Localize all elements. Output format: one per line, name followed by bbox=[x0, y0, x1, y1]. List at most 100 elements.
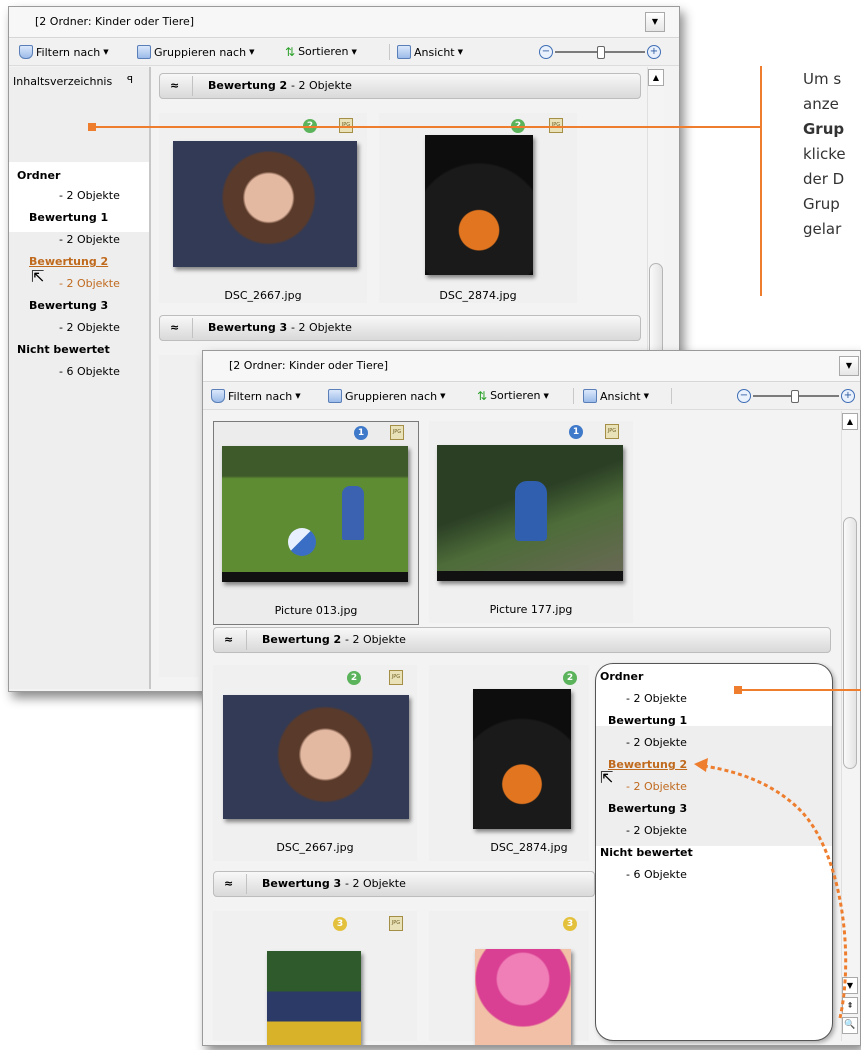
filter-menu[interactable]: Filtern nach ▼ bbox=[19, 45, 109, 59]
ball-shape bbox=[288, 528, 316, 556]
filter-label: Filtern nach bbox=[36, 45, 101, 59]
callout-arrow bbox=[694, 758, 848, 1019]
photo-thumbnail bbox=[267, 951, 361, 1045]
toc-item-bewertung-1[interactable]: Bewertung 1 bbox=[608, 714, 687, 727]
panel-splitter[interactable] bbox=[149, 67, 151, 689]
zoom-knob[interactable] bbox=[597, 46, 605, 59]
zoom-in-icon[interactable]: + bbox=[647, 45, 661, 59]
filter-label: Filtern nach bbox=[228, 389, 293, 403]
collapse-icon[interactable]: ≈ bbox=[170, 79, 179, 92]
address-dropdown-button[interactable]: ▼ bbox=[645, 12, 665, 32]
toolbar-separator bbox=[389, 44, 390, 60]
toc-count: - 2 Objekte bbox=[59, 233, 120, 246]
callout-bracket bbox=[760, 66, 762, 296]
toc-item-bewertung-3[interactable]: Bewertung 3 bbox=[608, 802, 687, 815]
group-count: - 2 Objekte bbox=[345, 633, 406, 646]
thumbnail-item[interactable]: 2 JPG DSC_2667.jpg bbox=[213, 665, 417, 861]
toolbar-separator bbox=[573, 388, 574, 404]
toc-item-bewertung-3[interactable]: Bewertung 3 bbox=[29, 299, 108, 312]
address-dropdown-button[interactable]: ▼ bbox=[839, 356, 859, 376]
arrow-head-icon bbox=[694, 758, 708, 772]
zoom-slider[interactable]: − + bbox=[737, 389, 855, 403]
jpg-file-icon: JPG bbox=[389, 916, 403, 931]
toc-item-nicht-bewertet[interactable]: Nicht bewertet bbox=[600, 846, 693, 859]
sort-menu[interactable]: ⇅ Sortieren ▼ bbox=[477, 389, 549, 402]
jpg-file-icon: JPG bbox=[389, 670, 403, 685]
divider bbox=[246, 874, 247, 894]
view-menu[interactable]: Ansicht ▼ bbox=[583, 389, 649, 403]
chevron-down-icon: ▼ bbox=[457, 48, 464, 56]
group-label: Gruppieren nach bbox=[154, 45, 247, 59]
group-title: Bewertung 3 - 2 Objekte bbox=[262, 877, 406, 890]
pin-icon[interactable]: ꟼ bbox=[127, 75, 133, 86]
thumbnail-item[interactable]: JPG bbox=[213, 911, 417, 1045]
group-header[interactable]: ≈ Bewertung 3 - 2 Objekte bbox=[159, 315, 641, 341]
collapse-icon[interactable]: ≈ bbox=[224, 633, 233, 646]
thumbnail-item[interactable]: 1 JPG Picture 177.jpg bbox=[429, 421, 633, 623]
chevron-down-icon: ▼ bbox=[351, 47, 357, 56]
file-name: Picture 177.jpg bbox=[489, 603, 573, 616]
callout-dot bbox=[88, 123, 96, 131]
callout-arrow-path bbox=[703, 764, 848, 1019]
file-name: DSC_2874.jpg bbox=[439, 289, 517, 302]
toc-item-ordner[interactable]: Ordner bbox=[17, 169, 60, 182]
file-name: DSC_2667.jpg bbox=[224, 289, 302, 302]
zoom-out-icon[interactable]: − bbox=[539, 45, 553, 59]
thumbnail-item[interactable]: 1 JPG Picture 013.jpg bbox=[213, 421, 419, 625]
rating-badge-icon: 1 bbox=[569, 425, 583, 439]
group-icon bbox=[137, 45, 151, 59]
divider bbox=[192, 318, 193, 338]
collapse-icon[interactable]: ≈ bbox=[224, 877, 233, 890]
view-icon bbox=[397, 45, 411, 59]
group-title: Bewertung 2 - 2 Objekte bbox=[262, 633, 406, 646]
view-icon bbox=[583, 389, 597, 403]
thumbnail-item[interactable]: 2 JPG DSC_2874.jpg bbox=[379, 113, 577, 303]
toc-item-nicht-bewertet[interactable]: Nicht bewertet bbox=[17, 343, 110, 356]
toc-item-ordner[interactable]: Ordner bbox=[600, 670, 643, 683]
collapse-icon[interactable]: ≈ bbox=[170, 321, 179, 334]
group-header[interactable]: ≈ Bewertung 3 - 2 Objekte bbox=[213, 871, 595, 897]
sort-menu[interactable]: ⇅ Sortieren ▼ bbox=[285, 45, 357, 58]
filter-menu[interactable]: Filtern nach ▼ bbox=[211, 389, 301, 403]
group-title-text: Bewertung 3 bbox=[208, 321, 288, 334]
toolbar: Filtern nach ▼ Gruppieren nach ▼ ⇅ Sorti… bbox=[203, 383, 860, 410]
zoom-knob[interactable] bbox=[791, 390, 799, 403]
photo-thumbnail bbox=[473, 689, 571, 829]
zoom-slider[interactable]: − + bbox=[539, 45, 661, 59]
photo-thumbnail bbox=[437, 445, 623, 581]
zoom-in-icon[interactable]: + bbox=[841, 389, 855, 403]
group-menu[interactable]: Gruppieren nach ▼ bbox=[328, 389, 445, 403]
rating-badge-icon: 1 bbox=[354, 426, 368, 440]
zoom-out-icon[interactable]: − bbox=[737, 389, 751, 403]
toc-title: Inhaltsverzeichnis bbox=[13, 75, 113, 88]
toc-count: - 2 Objekte bbox=[59, 189, 120, 202]
group-menu[interactable]: Gruppieren nach ▼ bbox=[137, 45, 254, 59]
jpg-file-icon: JPG bbox=[390, 425, 404, 440]
callout-line-1: Um s bbox=[803, 70, 842, 88]
scroll-up-icon[interactable]: ▲ bbox=[842, 413, 858, 430]
photo-thumbnail bbox=[475, 949, 571, 1045]
scrollbar-thumb[interactable] bbox=[843, 517, 857, 769]
rating-badge-icon: 2 bbox=[347, 671, 361, 685]
frame-bar bbox=[222, 572, 408, 582]
sort-icon: ⇅ bbox=[285, 44, 296, 59]
thumbnail-item[interactable]: 2 DSC_2874.jpg bbox=[429, 665, 589, 861]
group-header[interactable]: ≈ Bewertung 2 - 2 Objekte bbox=[159, 73, 641, 99]
scroll-up-icon[interactable]: ▲ bbox=[648, 69, 664, 86]
toc-item-bewertung-1[interactable]: Bewertung 1 bbox=[29, 211, 108, 224]
address-bar: [2 Ordner: Kinder oder Tiere] ▼ bbox=[203, 351, 860, 382]
group-title: Bewertung 2 - 2 Objekte bbox=[208, 79, 352, 92]
file-name: DSC_2667.jpg bbox=[276, 841, 354, 854]
group-header[interactable]: ≈ Bewertung 2 - 2 Objekte bbox=[213, 627, 831, 653]
address-text: [2 Ordner: Kinder oder Tiere] bbox=[229, 359, 389, 372]
thumbnail-item[interactable]: 2 JPG DSC_2667.jpg bbox=[159, 113, 367, 303]
callout-line-3: Grup bbox=[803, 120, 845, 138]
chevron-down-icon: ▼ bbox=[543, 391, 549, 400]
view-menu[interactable]: Ansicht ▼ bbox=[397, 45, 463, 59]
thumbnail-item[interactable] bbox=[429, 911, 589, 1045]
thumbnail-item[interactable] bbox=[159, 567, 199, 677]
chevron-down-icon: ▼ bbox=[249, 48, 255, 56]
toc-item-bewertung-2[interactable]: Bewertung 2 bbox=[608, 758, 687, 771]
frame-bar bbox=[437, 571, 623, 581]
rating-badge-icon: 3 bbox=[563, 917, 577, 931]
